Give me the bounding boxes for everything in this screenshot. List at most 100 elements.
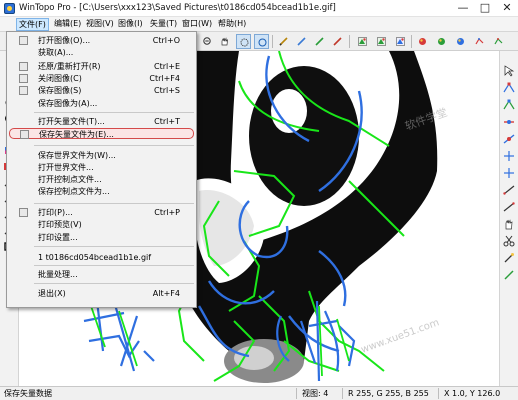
file-menu-item[interactable]: 打开图像(O)... Ctrl+O bbox=[9, 35, 194, 46]
file-menu-item[interactable]: 保存图像(S) Ctrl+S bbox=[9, 85, 194, 96]
file-menu-item[interactable]: 打开控制点文件... bbox=[9, 174, 194, 185]
right-tool-button[interactable] bbox=[503, 218, 515, 230]
file-menu-item[interactable]: 关闭图像(C) Ctrl+F4 bbox=[9, 73, 194, 84]
vector-icon bbox=[438, 38, 445, 45]
menu-item-icon bbox=[19, 208, 28, 217]
file-menu-item-label: 打印设置... bbox=[38, 233, 78, 242]
file-menu-item-label: 保存图像(S) bbox=[38, 86, 82, 95]
zoom-out-tool-button[interactable] bbox=[200, 34, 215, 49]
filter-icon bbox=[377, 37, 386, 46]
file-menu-item[interactable]: 还原/重新打开(R) Ctrl+E bbox=[9, 61, 194, 72]
file-menu-item-shortcut: Alt+F4 bbox=[152, 289, 180, 298]
menu-image[interactable]: 图像(I) bbox=[116, 18, 145, 31]
file-menu-item-label: 保存矢量文件为(E)... bbox=[39, 130, 114, 139]
line-icon bbox=[503, 185, 515, 195]
menu-separator bbox=[34, 283, 194, 284]
file-menu-item[interactable]: 退出(X) Alt+F4 bbox=[9, 288, 194, 299]
eraser-tool-button[interactable] bbox=[294, 34, 309, 49]
menu-edit[interactable]: 编辑(E) bbox=[52, 18, 83, 31]
file-menu-item-label: 1 t0186cd054bcead1b1e.gif bbox=[38, 253, 152, 262]
pen-tool-button[interactable] bbox=[276, 34, 291, 49]
vector-filter-1-button[interactable] bbox=[415, 34, 430, 49]
select-circle-tool-button[interactable] bbox=[254, 34, 269, 49]
right-tool-button[interactable] bbox=[503, 184, 515, 196]
status-separator bbox=[438, 388, 439, 399]
file-menu-item[interactable]: 获取(A)... bbox=[9, 47, 194, 58]
app-icon bbox=[4, 3, 15, 14]
file-menu-dropdown: 打开图像(O)... Ctrl+O 获取(A)... 还原/重新打开(R) Ctrl+E… bbox=[6, 31, 197, 308]
file-menu-item[interactable]: 保存世界文件为(W)... bbox=[9, 150, 194, 161]
brush-tool-button[interactable] bbox=[312, 34, 327, 49]
handwriting-right-label: 吼 bbox=[289, 311, 290, 312]
right-tool-button[interactable] bbox=[503, 269, 515, 281]
right-tool-button[interactable] bbox=[503, 150, 515, 162]
file-menu-item[interactable]: 1 t0186cd054bcead1b1e.gif bbox=[9, 252, 194, 263]
menu-item-icon bbox=[19, 36, 28, 45]
file-menu-item-label: 还原/重新打开(R) bbox=[38, 62, 101, 71]
menu-vector[interactable]: 矢量(T) bbox=[148, 18, 179, 31]
menu-file[interactable]: 文件(F) bbox=[16, 18, 49, 31]
magic-wand-icon bbox=[504, 253, 514, 263]
file-menu-item-shortcut: Ctrl+E bbox=[154, 62, 180, 71]
file-menu-item[interactable]: 打开世界文件... bbox=[9, 162, 194, 173]
brush-icon bbox=[315, 37, 324, 46]
maximize-button[interactable]: □ bbox=[474, 0, 496, 17]
vector-filter-3-button[interactable] bbox=[453, 34, 468, 49]
file-menu-item[interactable]: 打印(P)... Ctrl+P bbox=[9, 207, 194, 218]
menu-item-icon bbox=[20, 130, 29, 139]
status-separator bbox=[342, 388, 343, 399]
filter-icon bbox=[358, 37, 367, 46]
file-menu-item[interactable]: 打开矢量文件(T)... Ctrl+T bbox=[9, 116, 194, 127]
right-tool-button[interactable] bbox=[503, 133, 515, 145]
right-tool-button[interactable] bbox=[503, 99, 515, 111]
file-menu-item[interactable]: 打印设置... bbox=[9, 232, 194, 243]
image-filter-2-button[interactable] bbox=[374, 34, 389, 49]
menu-window[interactable]: 窗口(W) bbox=[180, 18, 214, 31]
image-filter-3-button[interactable] bbox=[393, 34, 408, 49]
spray-tool-button[interactable] bbox=[330, 34, 345, 49]
select-arrow-icon bbox=[504, 65, 515, 77]
menu-separator bbox=[34, 265, 194, 266]
file-menu-item-label: 保存图像为(A)... bbox=[38, 99, 98, 108]
vector-filter-4-button[interactable] bbox=[472, 34, 487, 49]
node-icon bbox=[503, 99, 515, 110]
file-menu-item-shortcut: Ctrl+O bbox=[152, 36, 180, 45]
vector-filter-2-button[interactable] bbox=[434, 34, 449, 49]
pen-icon bbox=[279, 37, 288, 46]
title-bar: WinTopo Pro - [C:\Users\xxx123\Saved Pic… bbox=[0, 0, 518, 17]
menu-view[interactable]: 视图(V) bbox=[84, 18, 116, 31]
vector-icon bbox=[419, 38, 426, 45]
status-color: R 255, G 255, B 255 bbox=[348, 389, 429, 398]
zoom-out-icon bbox=[203, 37, 211, 45]
vector-filter-5-button[interactable] bbox=[491, 34, 506, 49]
right-tool-button[interactable] bbox=[503, 65, 515, 77]
right-tool-button[interactable] bbox=[503, 252, 515, 264]
vector-icon bbox=[475, 38, 484, 45]
file-menu-item[interactable]: 保存图像为(A)... bbox=[9, 98, 194, 109]
pan-tool-button[interactable] bbox=[217, 34, 232, 49]
image-filter-1-button[interactable] bbox=[355, 34, 370, 49]
filter-icon bbox=[396, 37, 405, 46]
file-menu-item[interactable]: 批量处理... bbox=[9, 269, 194, 280]
status-message: 保存矢量数据 bbox=[4, 389, 52, 398]
right-tool-button[interactable] bbox=[503, 235, 515, 247]
file-menu-item-label: 打印预览(V) bbox=[38, 220, 82, 229]
close-button[interactable]: ✕ bbox=[496, 0, 518, 17]
right-tool-button[interactable] bbox=[503, 167, 515, 179]
menu-help[interactable]: 帮助(H) bbox=[216, 18, 248, 31]
file-menu-item[interactable]: 保存矢量文件为(E)... bbox=[9, 128, 194, 139]
right-tool-button[interactable] bbox=[503, 201, 515, 213]
status-separator bbox=[296, 388, 297, 399]
file-menu-item-label: 获取(A)... bbox=[38, 48, 74, 57]
right-tool-button[interactable] bbox=[503, 82, 515, 94]
status-bar: 保存矢量数据 视图: 4 R 255, G 255, B 255 X 1.0, … bbox=[0, 386, 518, 400]
menu-separator bbox=[34, 203, 194, 204]
right-tool-button[interactable] bbox=[503, 116, 515, 128]
toolbar-separator bbox=[272, 35, 273, 48]
menu-bar: 文件(F) 编辑(E) 视图(V) 图像(I) 矢量(T) 窗口(W) 帮助(H… bbox=[0, 17, 518, 32]
status-coordinates: X 1.0, Y 126.0 bbox=[444, 389, 501, 398]
file-menu-item[interactable]: 保存控制点文件为... bbox=[9, 186, 194, 197]
minimize-button[interactable]: — bbox=[452, 0, 474, 17]
select-polygon-tool-button[interactable] bbox=[236, 34, 251, 49]
file-menu-item[interactable]: 打印预览(V) bbox=[9, 219, 194, 230]
